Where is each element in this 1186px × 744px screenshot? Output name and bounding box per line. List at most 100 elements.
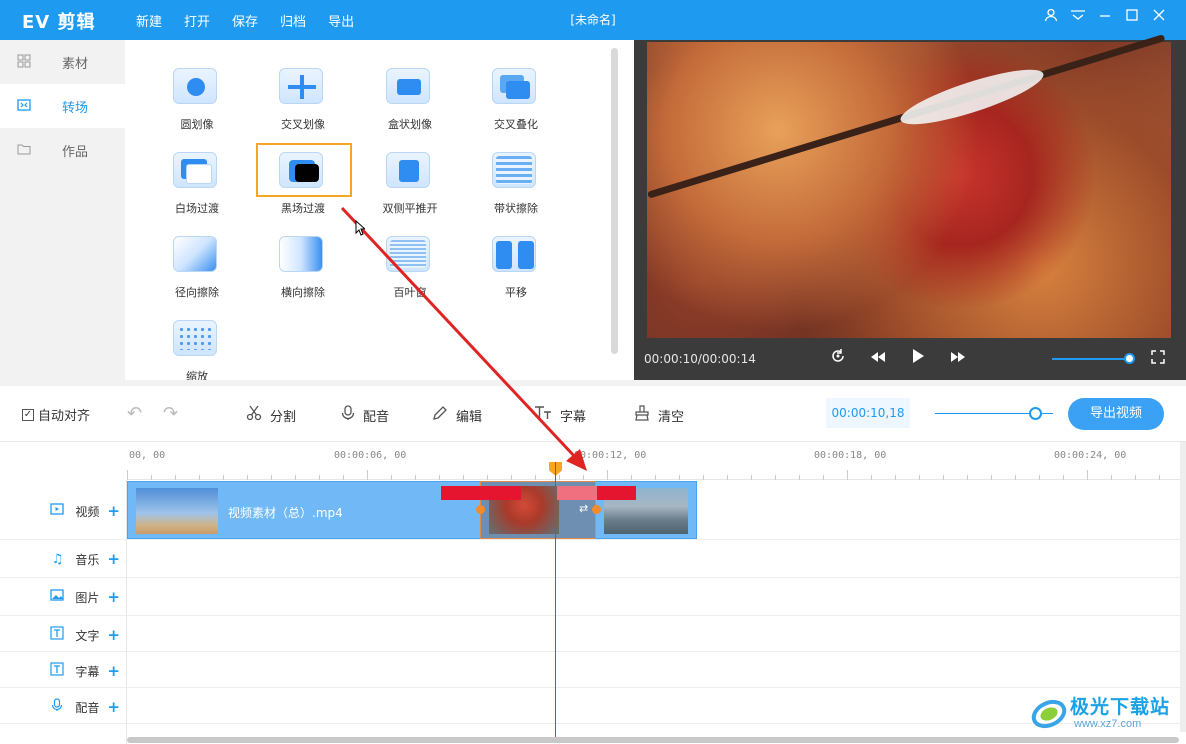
zoom-thumbnail	[173, 320, 217, 356]
replay-icon[interactable]	[827, 348, 849, 370]
menu-archive[interactable]: 归档	[280, 11, 306, 30]
menu-save[interactable]: 保存	[232, 11, 258, 30]
radial-wipe-thumbnail	[173, 236, 217, 272]
left-sidebar: 素材 转场 作品	[0, 40, 125, 380]
split-push-thumbnail	[386, 152, 430, 188]
ruler-label: 00:00:06, 00	[334, 450, 407, 461]
timeline-horizontal-scrollbar[interactable]	[127, 737, 1179, 743]
menu-open[interactable]: 打开	[184, 11, 210, 30]
track-label: 视频	[75, 504, 100, 519]
volume-slider-track[interactable]	[1052, 358, 1130, 360]
transition-radial-wipe[interactable]: 径向擦除	[144, 208, 250, 299]
split-button[interactable]: 分割	[246, 405, 296, 425]
transition-cross-dissolve[interactable]: 交叉叠化	[463, 40, 569, 131]
selected-transition-frame	[256, 143, 352, 197]
highlight-bar-middle	[557, 486, 597, 500]
track-header-subtitle: 字幕 +	[49, 662, 120, 680]
transition-cross-wipe[interactable]: 交叉划像	[250, 40, 356, 131]
video-icon	[49, 503, 65, 519]
add-video-button[interactable]: +	[107, 502, 120, 520]
fullscreen-icon[interactable]	[1147, 348, 1169, 370]
dub-button[interactable]: 配音	[341, 405, 389, 425]
undo-icon[interactable]: ↶	[127, 403, 142, 424]
nav-item-transitions[interactable]: 转场	[0, 84, 125, 128]
track-header-video: 视频 +	[49, 502, 120, 520]
clear-button[interactable]: 清空	[634, 405, 684, 425]
playback-timecode: 00:00:10/00:00:14	[644, 352, 756, 366]
clip-name: 视频素材（总）.mp4	[228, 506, 343, 520]
circle-wipe-thumbnail	[173, 68, 217, 104]
fast-forward-icon[interactable]	[947, 348, 969, 370]
add-dub-button[interactable]: +	[107, 698, 120, 716]
transition-blinds[interactable]: 百叶窗	[357, 208, 463, 299]
transition-label: 平移	[505, 286, 527, 299]
highlight-bar-right	[597, 486, 636, 500]
nav-label-materials: 素材	[62, 56, 89, 72]
track-label: 音乐	[75, 552, 100, 567]
redo-icon[interactable]: ↷	[163, 403, 178, 424]
ruler-label: 00:00:18, 00	[814, 450, 887, 461]
timeline-zoom-knob[interactable]	[1029, 407, 1042, 420]
main-menu: 新建 打开 保存 归档 导出	[136, 11, 376, 30]
edit-button[interactable]: 编辑	[432, 405, 482, 425]
track-header-text: 文字 +	[49, 626, 120, 644]
transition-white-fade[interactable]: 白场过渡	[144, 124, 250, 215]
pencil-icon	[432, 405, 448, 425]
transitions-scrollbar[interactable]	[611, 48, 618, 354]
transition-marker-icon: ⇄	[579, 502, 589, 515]
track-header-image: 图片 +	[49, 588, 120, 606]
transition-slide[interactable]: 平移	[463, 208, 569, 299]
current-time-display: 00:00:10,18	[826, 398, 910, 428]
text-size-icon	[534, 405, 552, 425]
title-bar: EV 剪辑 新建 打开 保存 归档 导出 [未命名]	[0, 0, 1186, 40]
maximize-icon[interactable]	[1118, 8, 1145, 26]
folder-icon	[16, 142, 32, 158]
add-image-button[interactable]: +	[107, 588, 120, 606]
transition-band-wipe[interactable]: 带状擦除	[463, 124, 569, 215]
nav-label-works: 作品	[62, 144, 89, 160]
export-video-button[interactable]: 导出视频	[1068, 398, 1164, 430]
nav-item-materials[interactable]: 素材	[0, 40, 125, 84]
watermark-logo-icon	[1031, 699, 1067, 729]
add-subtitle-button[interactable]: +	[107, 662, 120, 680]
timeline-ruler[interactable]: 00, 00 00:00:06, 00 00:00:12, 00 00:00:1…	[127, 442, 1186, 480]
rewind-icon[interactable]	[867, 348, 889, 370]
mouse-cursor-icon	[355, 220, 365, 236]
add-text-button[interactable]: +	[107, 626, 120, 644]
transition-box-wipe[interactable]: 盒状划像	[357, 40, 463, 131]
auto-align-checkbox[interactable]: ✓ 自动对齐	[22, 405, 90, 424]
menu-new[interactable]: 新建	[136, 11, 162, 30]
close-icon[interactable]	[1145, 8, 1172, 26]
cross-dissolve-thumbnail	[492, 68, 536, 104]
transition-handle-left[interactable]	[476, 505, 485, 514]
edit-label: 编辑	[456, 409, 483, 425]
user-icon[interactable]	[1037, 8, 1064, 26]
nav-item-works[interactable]: 作品	[0, 128, 125, 172]
ruler-label: 00:00:24, 00	[1054, 450, 1127, 461]
text-icon	[49, 626, 65, 644]
add-music-button[interactable]: +	[107, 550, 120, 568]
ruler-label: 00:00:12, 00	[574, 450, 647, 461]
cross-wipe-thumbnail	[279, 68, 323, 104]
split-label: 分割	[270, 409, 297, 425]
menu-dropdown-icon[interactable]	[1064, 8, 1091, 26]
transition-label: 百叶窗	[393, 286, 427, 299]
ruler-tick	[847, 470, 848, 480]
ruler-tick	[127, 470, 128, 480]
scissors-icon	[246, 405, 262, 425]
volume-slider-knob[interactable]	[1124, 353, 1135, 364]
subtitle-button[interactable]: 字幕	[534, 405, 586, 425]
track-row-text	[0, 616, 1186, 652]
menu-export[interactable]: 导出	[328, 11, 354, 30]
minimize-icon[interactable]	[1091, 8, 1118, 26]
transition-split-push[interactable]: 双侧平推开	[357, 124, 463, 215]
transition-horizontal-wipe[interactable]: 横向擦除	[250, 208, 356, 299]
mic-icon	[49, 698, 65, 716]
transition-circle-wipe[interactable]: 圆划像	[144, 40, 250, 131]
horizontal-wipe-thumbnail	[279, 236, 323, 272]
play-icon[interactable]	[907, 348, 929, 370]
transition-handle-right[interactable]	[592, 505, 601, 514]
transition-zoom[interactable]: 缩放	[144, 292, 250, 380]
transition-label: 缩放	[186, 370, 208, 380]
grid-icon	[16, 54, 32, 70]
